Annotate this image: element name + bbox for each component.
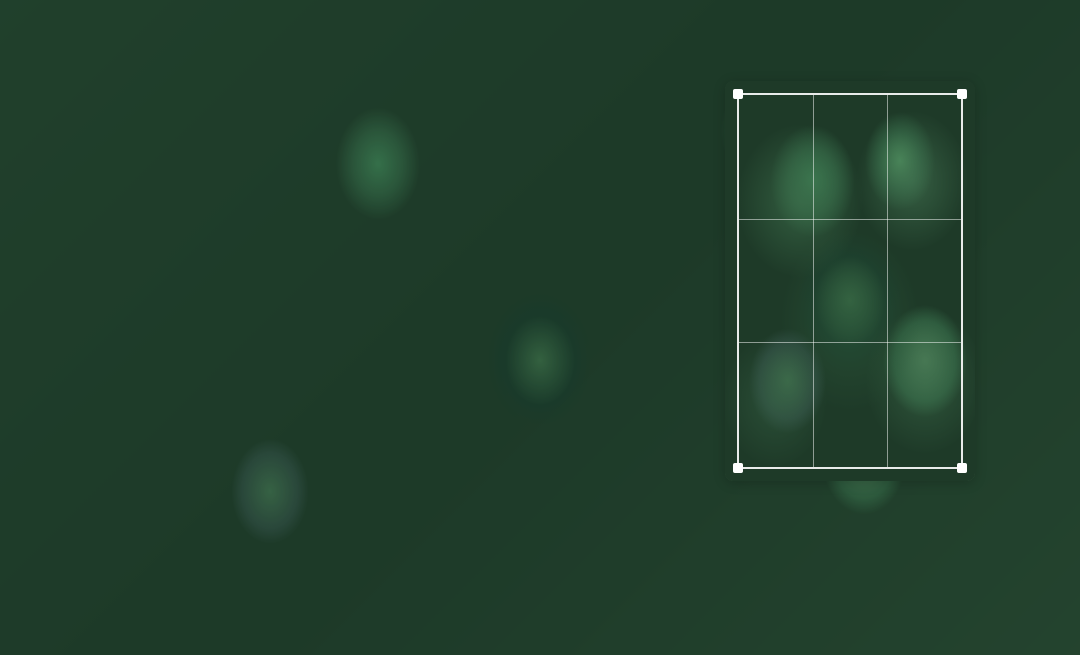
- grid-line-h1: [739, 219, 961, 220]
- grid-line-v1: [813, 95, 814, 467]
- modal-body: Share story to S f Sonnenberg Media S: [0, 57, 1080, 600]
- crop-border: [737, 93, 963, 469]
- preview-container: [725, 81, 975, 481]
- crop-options-list: Original Square 1:1: [305, 110, 619, 600]
- crop-overlay: [725, 81, 975, 481]
- grid-line-h2: [739, 342, 961, 343]
- crop-option-fullscreen[interactable]: Fullscreen vertical 9:16 (recommended): [317, 302, 607, 390]
- grid-line-v2: [887, 95, 888, 467]
- crop-thumb-fullscreen: [331, 312, 399, 380]
- new-story-modal: New story × Share story to S f Sonnenber…: [0, 0, 1080, 655]
- corner-handle-br[interactable]: [957, 463, 967, 473]
- corner-handle-bl[interactable]: [733, 463, 743, 473]
- corner-handle-tl[interactable]: [733, 89, 743, 99]
- corner-handle-tr[interactable]: [957, 89, 967, 99]
- middle-panel: Crop media Original: [305, 57, 620, 600]
